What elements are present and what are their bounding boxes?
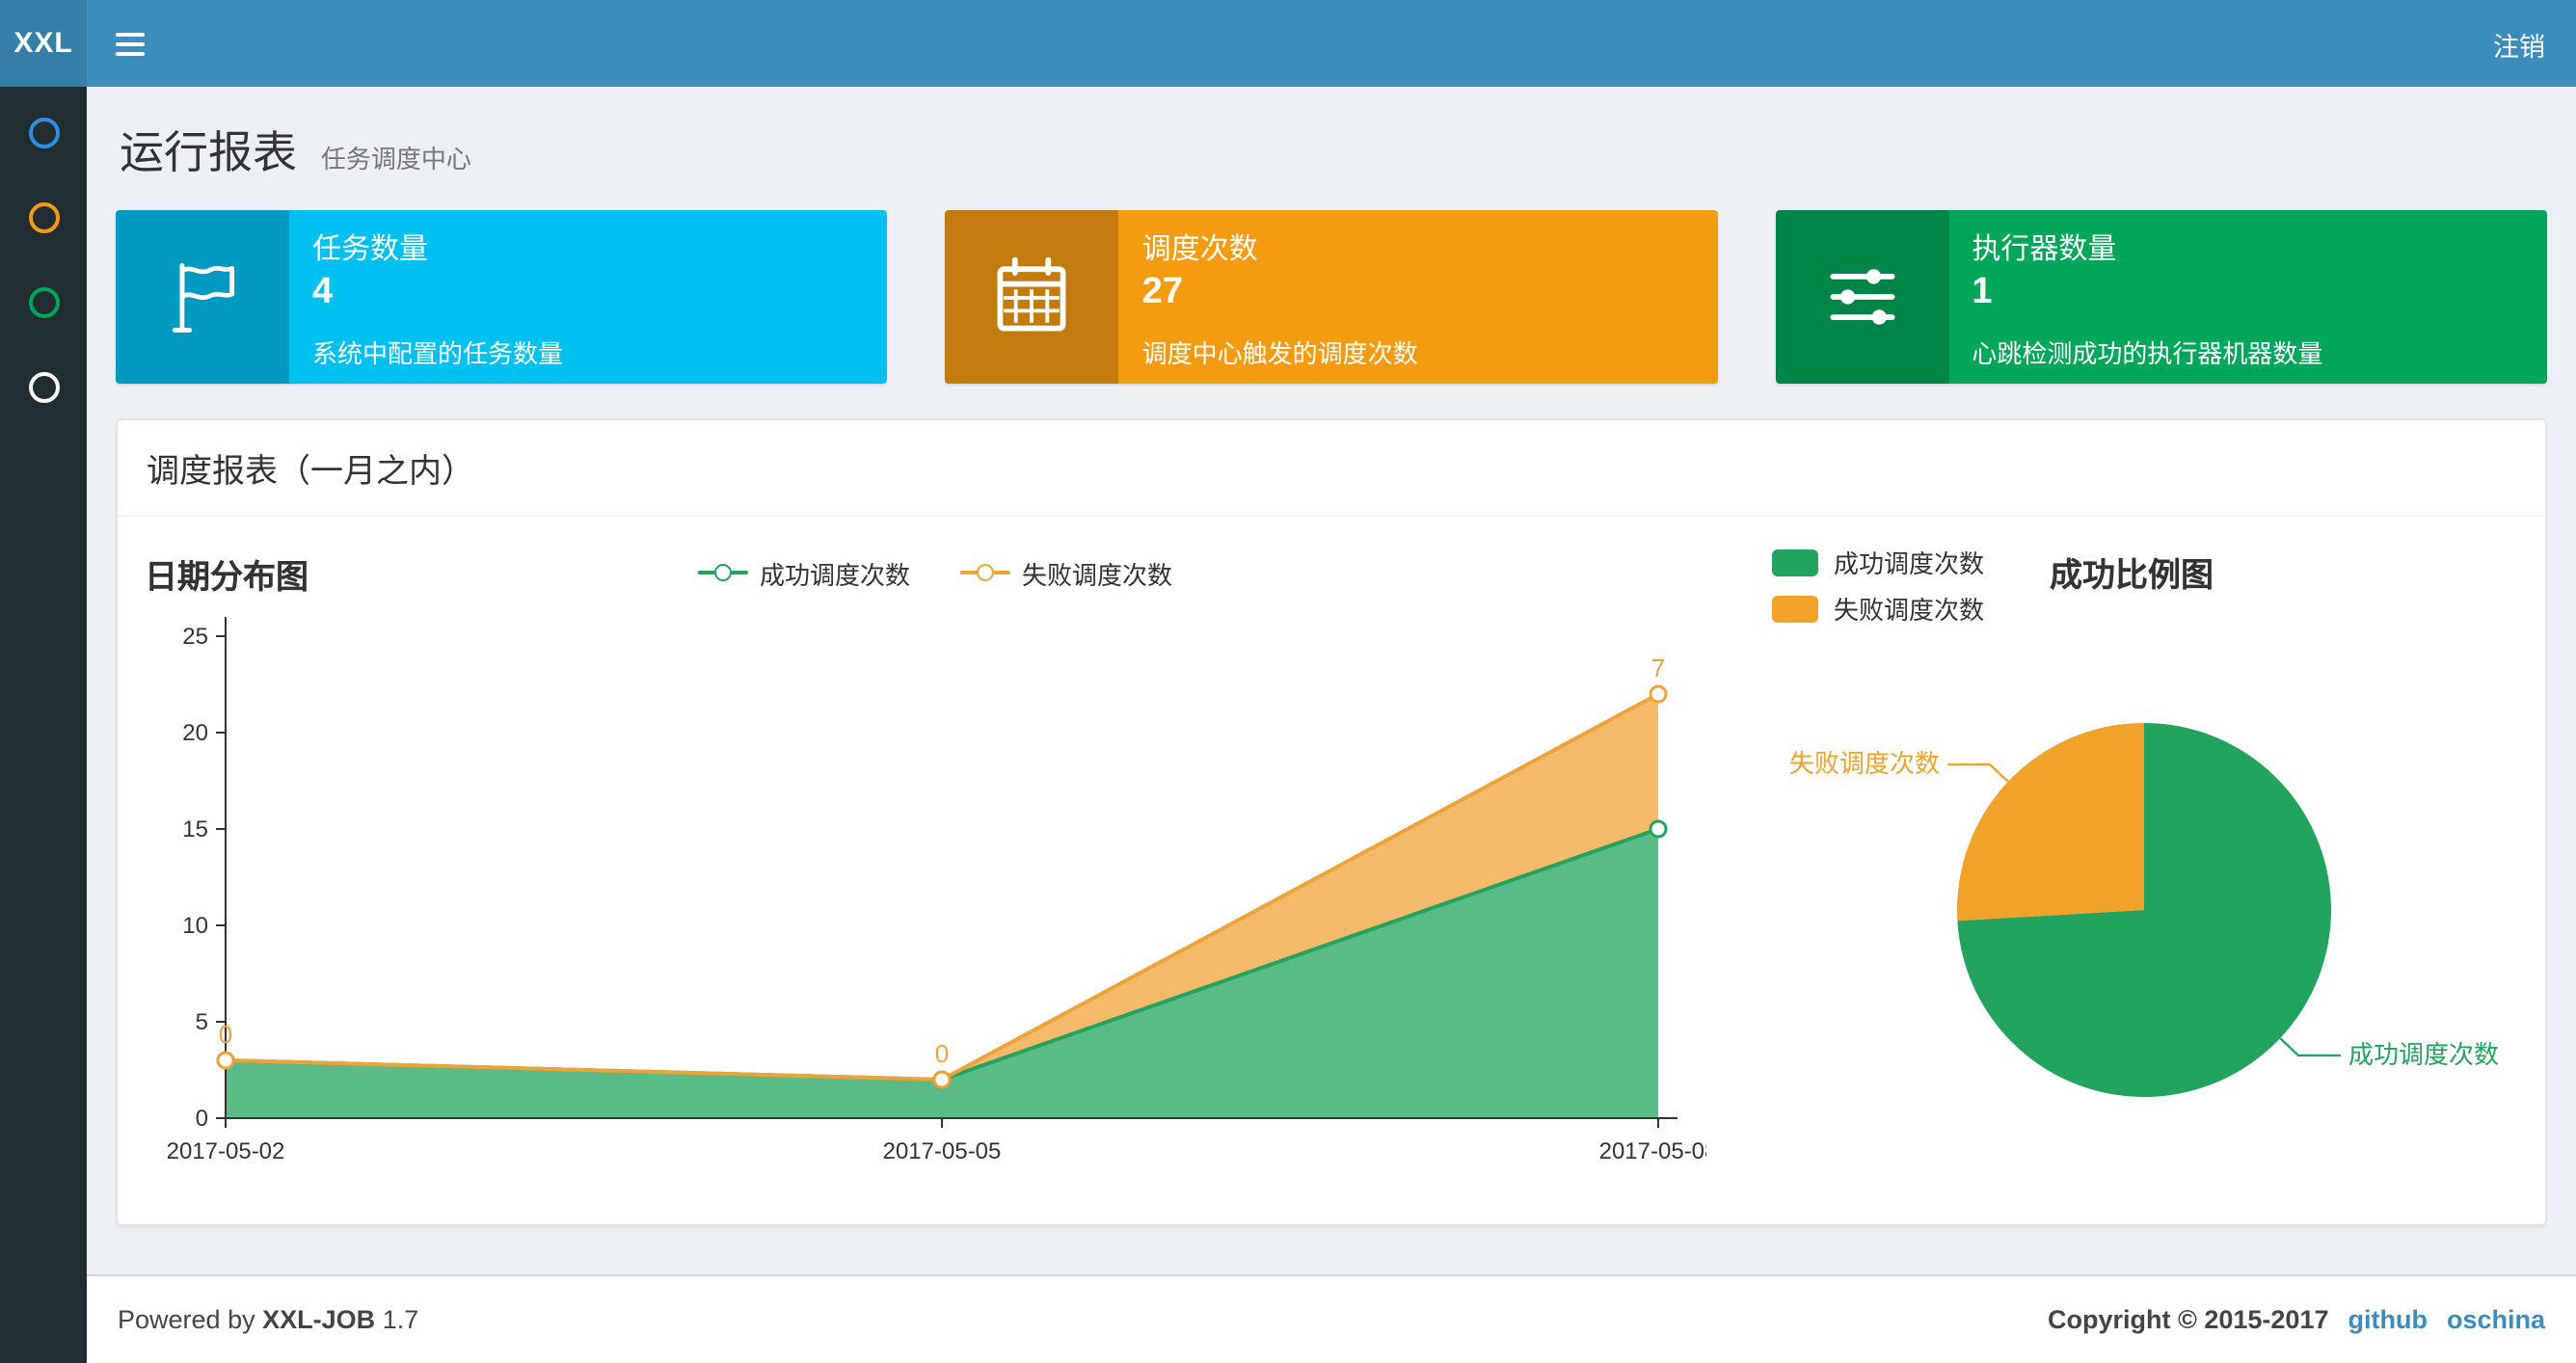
github-link[interactable]: github [2348, 1305, 2428, 1334]
info-box-triggers: 调度次数 27 调度中心触发的调度次数 [945, 210, 1718, 384]
powered-prefix: Powered by [118, 1305, 255, 1334]
svg-text:25: 25 [182, 624, 208, 650]
app-logo[interactable]: XXL [0, 0, 87, 87]
info-box-content: 任务数量 4 系统中配置的任务数量 [289, 210, 888, 384]
page-subtitle: 任务调度中心 [320, 145, 471, 174]
sidebar [0, 87, 87, 1363]
hamburger-bar [115, 41, 144, 45]
sidebar-item-1[interactable] [0, 91, 87, 175]
info-box-description: 调度中心触发的调度次数 [1141, 339, 1418, 368]
footer: Powered by XXL-JOB 1.7 Copyright © 2015-… [87, 1274, 2576, 1363]
svg-text:15: 15 [182, 816, 208, 842]
info-box-content: 执行器数量 1 心跳检测成功的执行器机器数量 [1948, 210, 2547, 384]
svg-text:2017-05-08: 2017-05-08 [1599, 1138, 1706, 1164]
flag-icon [116, 210, 289, 384]
hamburger-icon [115, 32, 144, 36]
pie-legend-fail[interactable]: 失败调度次数 [1772, 590, 1984, 627]
info-box-title: 任务数量 [312, 233, 429, 266]
legend-item-fail[interactable]: 失败调度次数 [960, 554, 1172, 591]
svg-text:0: 0 [219, 1020, 232, 1049]
app-window: XXL 注销 运行报表 任务调度中心 任务数量 4 系统中配置的任务数量 调度次… [0, 0, 2576, 1363]
logout-link[interactable]: 注销 [2462, 0, 2576, 87]
pie-chart-header: 成功调度次数 失败调度次数 成功比例图 [1772, 544, 2526, 636]
pie-chart-legend: 成功调度次数 失败调度次数 [1772, 544, 1984, 636]
footer-right: Copyright © 2015-2017 github oschina [2048, 1305, 2545, 1334]
svg-text:2017-05-02: 2017-05-02 [167, 1138, 285, 1164]
powered-by: Powered by XXL-JOB 1.7 [118, 1305, 418, 1334]
info-box-value: 1 [1972, 272, 1993, 312]
line-chart-title: 日期分布图 [145, 558, 309, 595]
calendar-icon [945, 210, 1119, 384]
product-name: XXL-JOB [262, 1305, 376, 1334]
top-navbar: XXL 注销 [0, 0, 2576, 87]
circle-icon [28, 202, 59, 233]
hamburger-bar [115, 51, 144, 55]
info-box-value: 27 [1141, 272, 1183, 312]
line-marker-icon [960, 564, 1010, 581]
info-box-description: 系统中配置的任务数量 [312, 339, 564, 368]
date-distribution-chart: 日期分布图 成功调度次数 失败调度次数 0 5 10 15 20 25 2017… [145, 544, 1726, 1189]
svg-text:10: 10 [182, 913, 208, 939]
legend-label: 成功调度次数 [759, 560, 910, 589]
line-area-chart-svg: 05101520252017-05-02 2017-05-05 2017-05-08… [167, 617, 1717, 1164]
circle-icon [28, 118, 59, 148]
legend-label: 失败调度次数 [1022, 560, 1173, 589]
pie-chart-svg: 成功调度次数 失败调度次数 [1789, 723, 2499, 1097]
svg-text:2017-05-05: 2017-05-05 [883, 1138, 1002, 1164]
copyright: Copyright © 2015-2017 [2047, 1305, 2329, 1334]
report-panel: 调度报表（一月之内） 日期分布图 成功调度次数 失败调度次数 0 5 10 15… [116, 418, 2547, 1226]
info-box-value: 4 [312, 272, 334, 312]
legend-label: 成功调度次数 [1834, 549, 1985, 578]
swatch-icon [1772, 548, 1818, 575]
line-chart-header: 日期分布图 成功调度次数 失败调度次数 [145, 544, 1726, 601]
sidebar-item-4[interactable] [0, 345, 87, 430]
circle-icon [28, 287, 59, 318]
sidebar-item-3[interactable] [0, 260, 87, 345]
svg-text:0: 0 [935, 1039, 949, 1068]
svg-text:7: 7 [1651, 654, 1665, 682]
page-title: 运行报表 [120, 127, 297, 177]
svg-text:成功调度次数: 成功调度次数 [2348, 1040, 2499, 1069]
info-box-description: 心跳检测成功的执行器机器数量 [1972, 339, 2323, 368]
info-box-jobs: 任务数量 4 系统中配置的任务数量 [116, 210, 888, 384]
page-header: 运行报表 任务调度中心 [120, 116, 2547, 181]
swatch-icon [1772, 595, 1818, 622]
svg-text:0: 0 [196, 1106, 208, 1132]
ring-icon [977, 564, 994, 581]
content-area: 运行报表 任务调度中心 任务数量 4 系统中配置的任务数量 调度次数 27 调度… [87, 87, 2576, 1276]
legend-label: 失败调度次数 [1834, 596, 1985, 625]
svg-text:失败调度次数: 失败调度次数 [1789, 749, 1940, 778]
svg-text:5: 5 [196, 1009, 208, 1035]
sidebar-item-2[interactable] [0, 175, 87, 260]
sidebar-toggle-button[interactable] [87, 0, 172, 87]
line-chart-legend: 成功调度次数 失败调度次数 [697, 554, 1172, 591]
pie-chart-title: 成功比例图 [2050, 557, 2214, 594]
info-box-title: 执行器数量 [1972, 233, 2117, 266]
line-marker-icon [697, 564, 748, 581]
ring-icon [713, 564, 732, 581]
version: 1.7 [382, 1305, 419, 1334]
svg-text:20: 20 [182, 720, 208, 746]
pie-legend-success[interactable]: 成功调度次数 [1772, 544, 1984, 580]
circle-icon [28, 372, 59, 403]
report-panel-title: 调度报表（一月之内） [118, 420, 2545, 517]
legend-item-success[interactable]: 成功调度次数 [697, 554, 910, 591]
info-box-executors: 执行器数量 1 心跳检测成功的执行器机器数量 [1775, 210, 2547, 384]
report-panel-body: 日期分布图 成功调度次数 失败调度次数 0 5 10 15 20 25 2017… [118, 517, 2545, 1224]
info-box-title: 调度次数 [1141, 233, 1258, 266]
summary-boxes: 任务数量 4 系统中配置的任务数量 调度次数 27 调度中心触发的调度次数 执行… [116, 210, 2547, 384]
oschina-link[interactable]: oschina [2447, 1305, 2545, 1334]
success-ratio-chart: 成功调度次数 失败调度次数 成功比例图 成功调度次数 失败调度次数 [1726, 544, 2526, 1189]
info-box-content: 调度次数 27 调度中心触发的调度次数 [1119, 210, 1718, 384]
sliders-icon [1775, 210, 1949, 384]
